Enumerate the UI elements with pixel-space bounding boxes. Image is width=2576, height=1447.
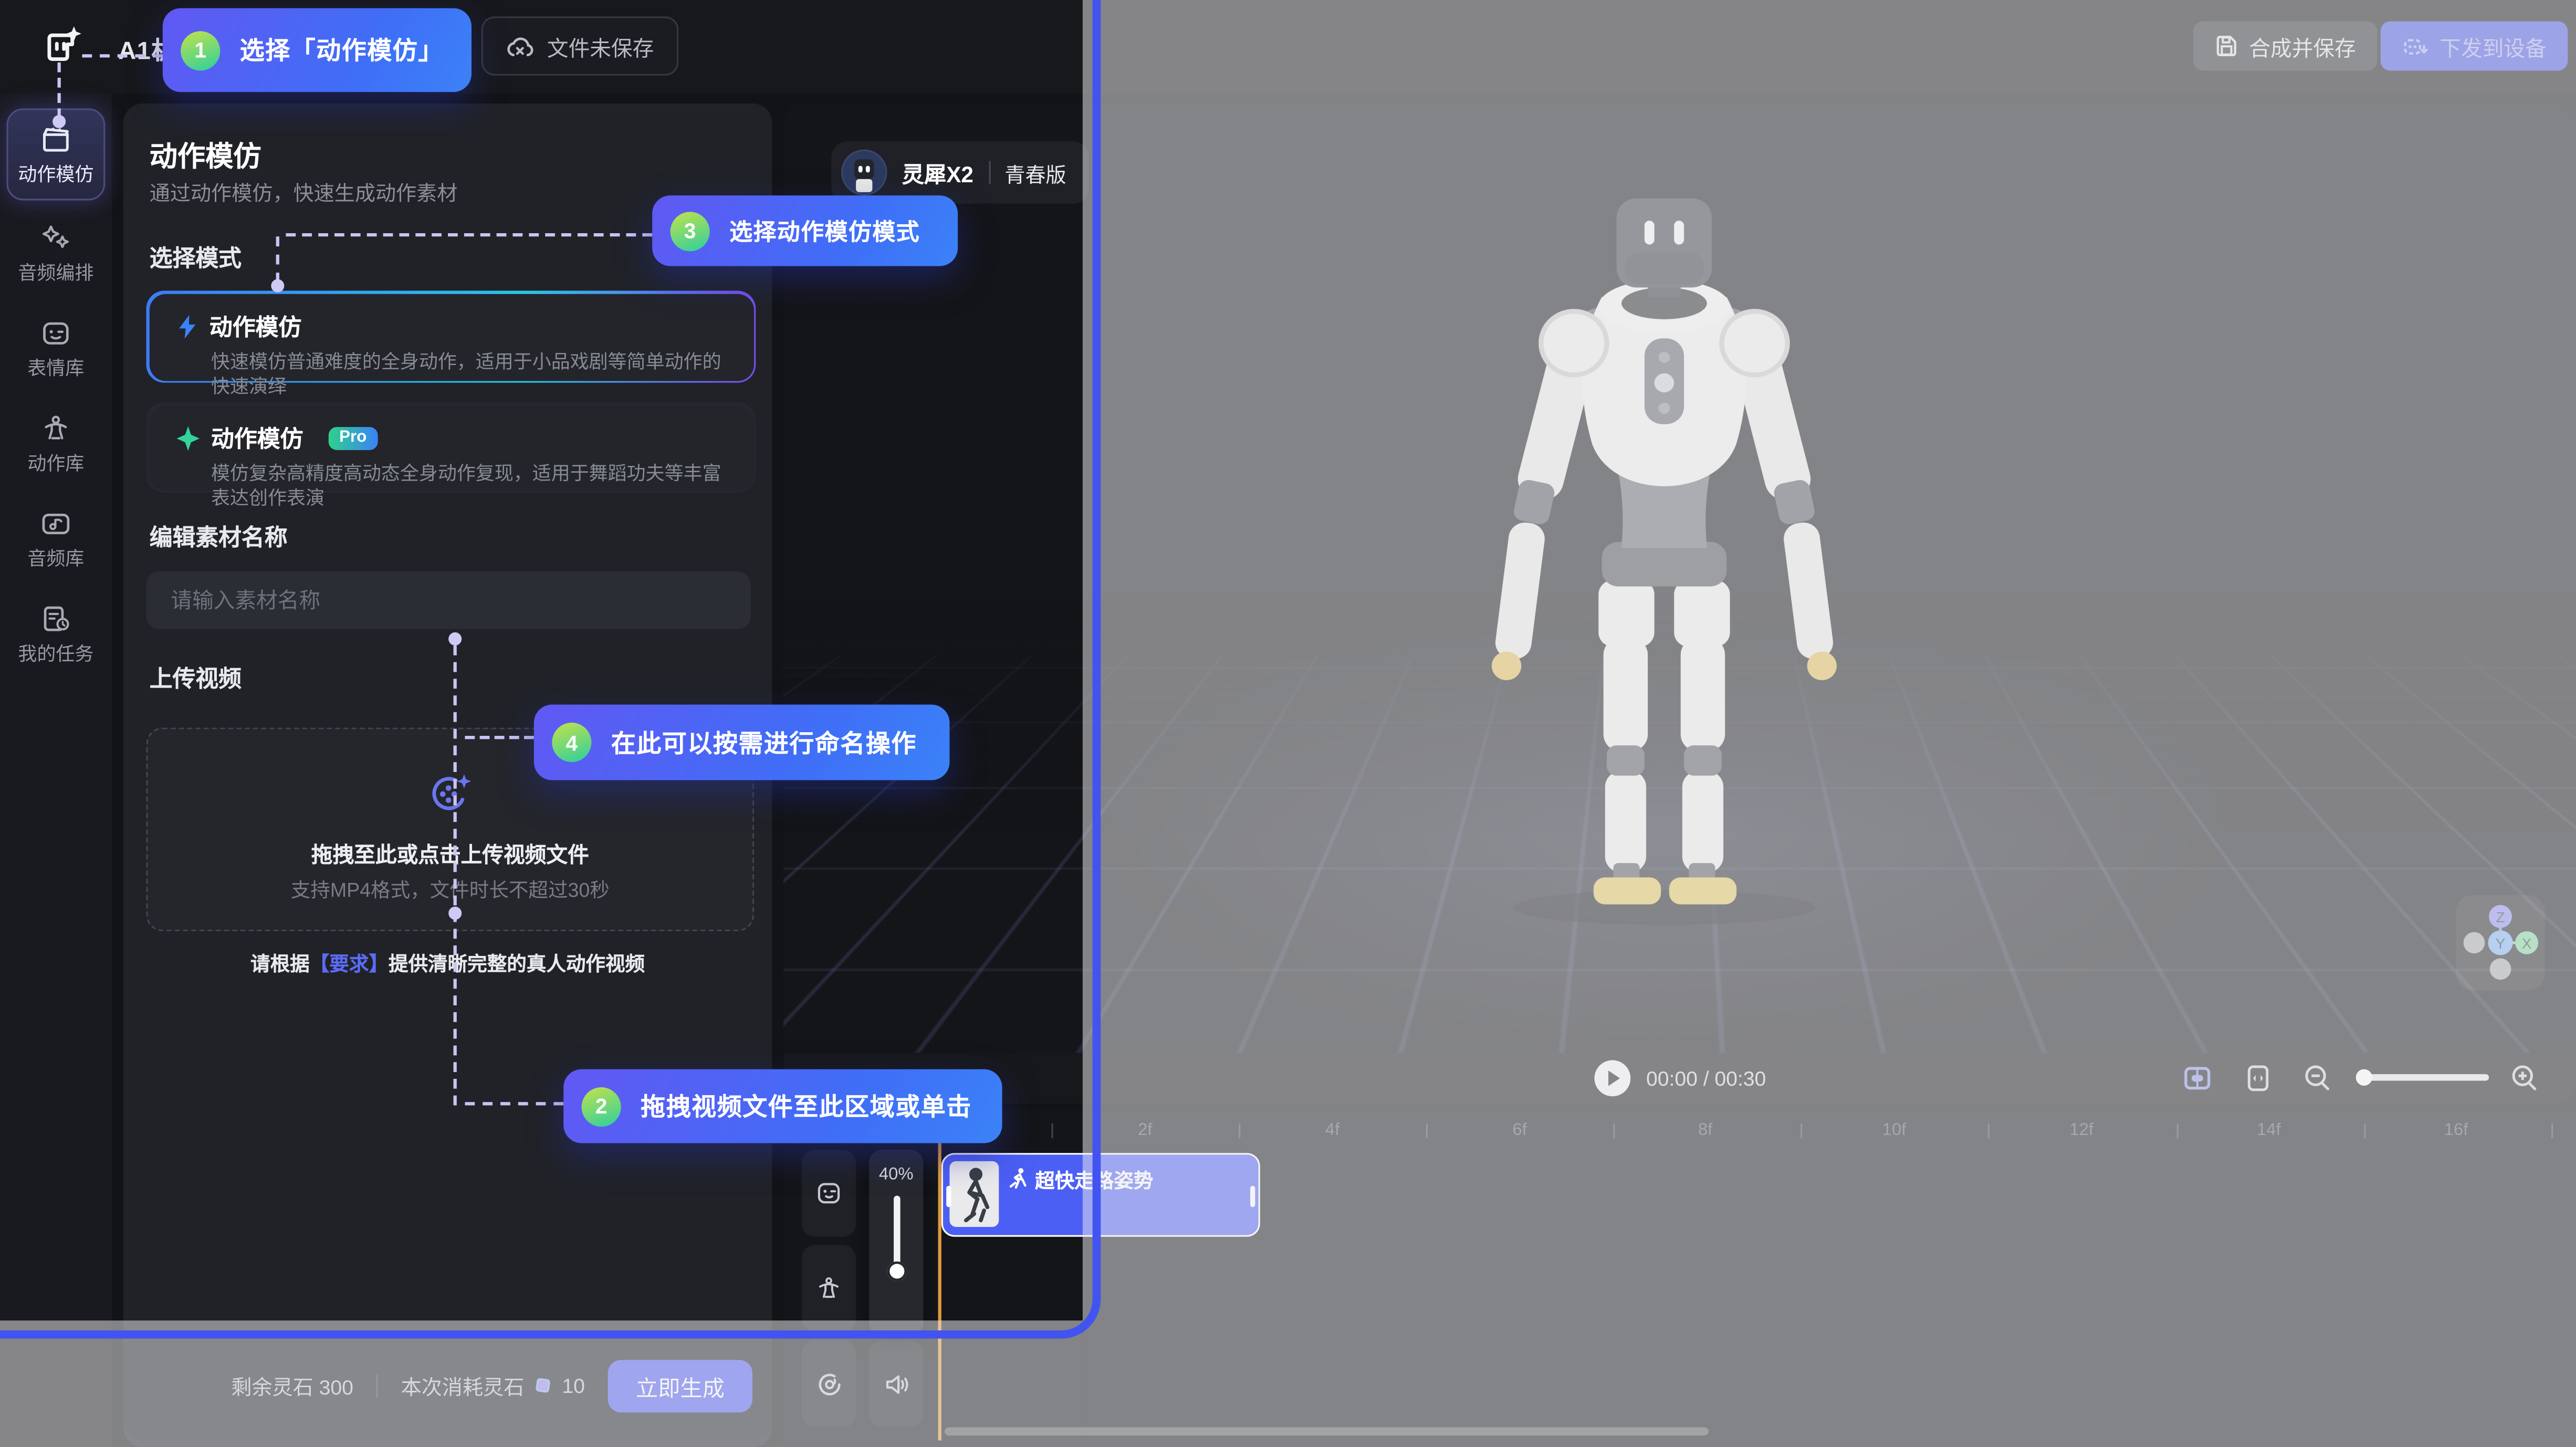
face-wink-icon bbox=[815, 1179, 843, 1207]
sidebar-item-label: 动作模仿 bbox=[8, 161, 103, 187]
tour-connector-line bbox=[465, 736, 533, 739]
robot-avatar bbox=[841, 150, 887, 196]
requirement-link[interactable]: 【要求】 bbox=[310, 953, 389, 976]
expression-track-button[interactable] bbox=[802, 1150, 856, 1237]
mode-card-basic[interactable]: 动作模仿 快速模仿普通难度的全身动作，适用于小品戏剧等简单动作的快速演绎 bbox=[146, 290, 756, 382]
tour-connector-line bbox=[286, 233, 652, 236]
sidebar-item-label: 表情库 bbox=[7, 355, 106, 381]
sidebar-item-label: 动作库 bbox=[7, 450, 106, 476]
tour-connector-dot bbox=[271, 279, 284, 293]
run-icon bbox=[1009, 1168, 1029, 1189]
tooltip-text: 在此可以按需进行命名操作 bbox=[611, 725, 917, 760]
tour-connector-line bbox=[454, 646, 457, 1106]
person-track-icon bbox=[815, 1275, 843, 1303]
robot-name: 灵犀X2 bbox=[902, 156, 973, 189]
sidebar-item-audio-library[interactable]: 音频库 bbox=[7, 507, 106, 571]
step-number-badge: 4 bbox=[552, 723, 591, 762]
clip-thumbnail bbox=[949, 1161, 999, 1227]
tour-tooltip-1: 1 选择「动作模仿」 bbox=[163, 8, 472, 92]
upload-section-label: 上传视频 bbox=[150, 662, 242, 695]
mode-card-desc: 模仿复杂高精度高动态全身动作复现，适用于舞蹈功夫等丰富表达创作表演 bbox=[211, 462, 727, 513]
panel-subtitle: 通过动作模仿，快速生成动作素材 bbox=[150, 176, 458, 207]
motion-track-button[interactable] bbox=[802, 1245, 856, 1332]
mode-card-desc: 快速模仿普通难度的全身动作，适用于小品戏剧等简单动作的快速演绎 bbox=[211, 351, 727, 402]
tooltip-text: 选择「动作模仿」 bbox=[240, 33, 444, 68]
step-number-badge: 1 bbox=[181, 30, 220, 70]
tour-connector-dot bbox=[448, 632, 462, 646]
volume-slider-knob[interactable] bbox=[886, 1262, 906, 1282]
volume-value: 40% bbox=[869, 1164, 923, 1184]
bolt-icon bbox=[175, 313, 198, 339]
sidebar-item-my-tasks[interactable]: 我的任务 bbox=[7, 603, 106, 667]
name-section-label: 编辑素材名称 bbox=[150, 520, 288, 554]
pro-badge: Pro bbox=[328, 426, 378, 449]
sidebar-item-motion-library[interactable]: 动作库 bbox=[7, 412, 106, 476]
divider bbox=[988, 161, 990, 184]
mode-card-title: 动作模仿 bbox=[210, 309, 301, 342]
mode-card-title: 动作模仿 bbox=[211, 421, 303, 454]
tour-connector-line bbox=[82, 54, 162, 57]
tooltip-text: 选择动作模仿模式 bbox=[729, 214, 920, 247]
step-number-badge: 2 bbox=[582, 1087, 621, 1126]
robot-face-icon bbox=[39, 317, 72, 350]
tour-tooltip-4: 4 在此可以按需进行命名操作 bbox=[534, 705, 950, 780]
tour-connector-line bbox=[465, 1102, 563, 1105]
cloud-unsaved-icon bbox=[506, 34, 534, 58]
tour-connector-dot bbox=[448, 907, 462, 920]
sidebar-item-audio-arrange[interactable]: 音频编排 bbox=[7, 222, 106, 286]
tour-tooltip-2: 2 拖拽视频文件至此区域或单击 bbox=[563, 1069, 1002, 1143]
mode-card-pro[interactable]: 动作模仿 Pro 模仿复杂高精度高动态全身动作复现，适用于舞蹈功夫等丰富表达创作… bbox=[146, 402, 756, 493]
tooltip-text: 拖拽视频文件至此区域或单击 bbox=[641, 1089, 972, 1123]
sparkles-icon bbox=[39, 222, 72, 255]
music-library-icon bbox=[39, 507, 72, 540]
robot-edition: 青春版 bbox=[1004, 157, 1066, 188]
step-number-badge: 3 bbox=[671, 211, 710, 251]
volume-popup: 40% bbox=[869, 1150, 923, 1337]
material-name-input[interactable] bbox=[146, 571, 750, 629]
robot-selector-chip[interactable]: 灵犀X2 青春版 bbox=[831, 141, 1089, 204]
dim-overlay-bottom bbox=[0, 1320, 1083, 1447]
app-logo-icon[interactable] bbox=[39, 25, 83, 71]
sidebar-item-label: 我的任务 bbox=[7, 641, 106, 667]
star-icon bbox=[175, 424, 200, 451]
upload-subtitle: 支持MP4格式，文件时长不超过30秒 bbox=[148, 876, 752, 903]
panel-title: 动作模仿 bbox=[150, 133, 261, 174]
tour-connector-line bbox=[58, 63, 61, 118]
tour-connector-line bbox=[276, 236, 279, 283]
task-clock-icon bbox=[39, 603, 72, 636]
clip-left-handle[interactable] bbox=[946, 1186, 951, 1207]
mode-section-label: 选择模式 bbox=[150, 242, 242, 275]
person-icon bbox=[39, 412, 72, 445]
app-window: A1机 文件未保存 合成并保存 下发到设备 动作模仿 音频编排 bbox=[0, 0, 2576, 1447]
sidebar-item-label: 音频库 bbox=[7, 545, 106, 571]
sidebar-nav: 动作模仿 音频编排 表情库 动作库 音频库 我的任务 bbox=[0, 93, 112, 1447]
dim-overlay-right bbox=[1083, 0, 2576, 1447]
clapperboard-icon bbox=[39, 123, 72, 157]
sidebar-item-expression-library[interactable]: 表情库 bbox=[7, 317, 106, 381]
unsaved-status-button[interactable]: 文件未保存 bbox=[481, 16, 679, 76]
tour-tooltip-3: 3 选择动作模仿模式 bbox=[652, 195, 958, 266]
sidebar-item-label: 音频编排 bbox=[7, 259, 106, 286]
unsaved-label: 文件未保存 bbox=[547, 30, 654, 61]
tour-connector-dot bbox=[53, 115, 66, 128]
upload-requirement-hint: 请根据【要求】提供清晰完整的真人动作视频 bbox=[123, 949, 772, 977]
upload-title: 拖拽至此或点击上传视频文件 bbox=[148, 838, 752, 869]
